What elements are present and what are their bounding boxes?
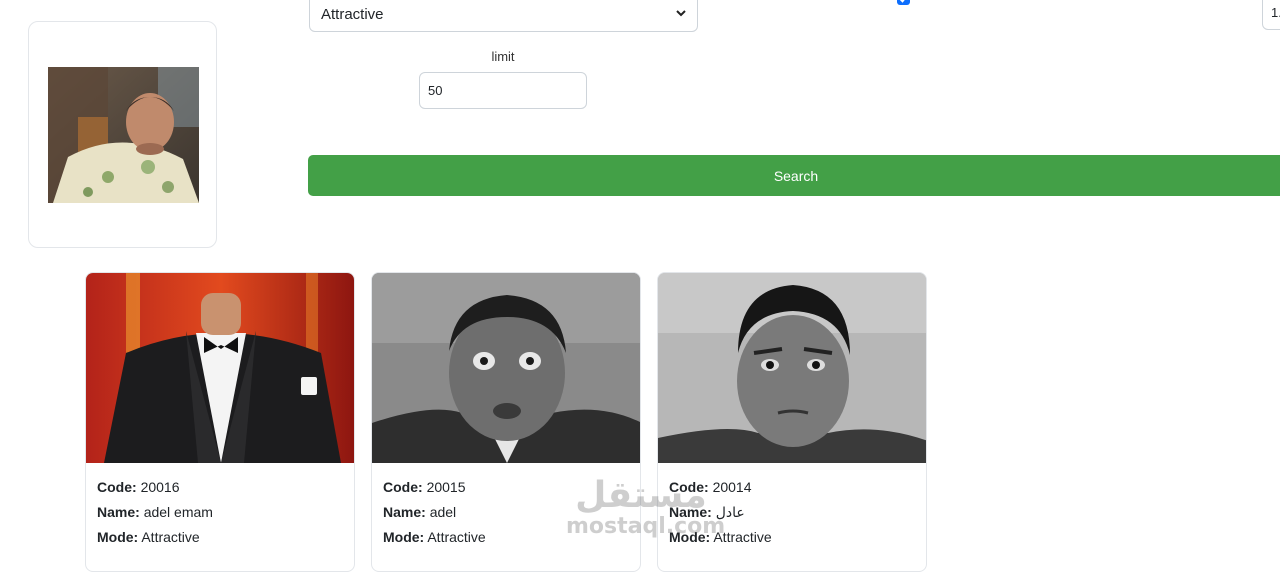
threshold-field[interactable]: 1. xyxy=(1262,0,1280,30)
limit-input[interactable] xyxy=(419,72,587,109)
result-card[interactable]: Code: 20014 Name: عادل Mode: Attractive xyxy=(657,272,927,572)
result-code: Code: 20015 xyxy=(383,479,466,495)
result-code: Code: 20016 xyxy=(97,479,180,495)
mode-select[interactable]: Attractive xyxy=(309,0,698,32)
result-info: Code: 20015 Name: adel Mode: Attractive xyxy=(372,463,640,550)
result-name: Name: عادل xyxy=(669,504,745,520)
limit-label: limit xyxy=(491,49,515,64)
result-photo xyxy=(86,273,354,463)
query-image-card xyxy=(28,21,217,248)
check-icon xyxy=(899,0,905,3)
result-card[interactable]: Code: 20015 Name: adel Mode: Attractive xyxy=(371,272,641,572)
option-checkbox[interactable] xyxy=(897,0,910,5)
result-name: Name: adel xyxy=(383,504,457,520)
query-image xyxy=(48,67,199,203)
threshold-value: 1. xyxy=(1271,5,1280,20)
result-mode: Mode: Attractive xyxy=(383,529,486,545)
result-info: Code: 20016 Name: adel emam Mode: Attrac… xyxy=(86,463,354,550)
chevron-down-icon xyxy=(676,10,686,17)
result-card[interactable]: Code: 20016 Name: adel emam Mode: Attrac… xyxy=(85,272,355,572)
result-photo xyxy=(372,273,640,463)
result-mode: Mode: Attractive xyxy=(669,529,772,545)
result-mode: Mode: Attractive xyxy=(97,529,200,545)
mode-select-value: Attractive xyxy=(321,5,384,23)
result-code: Code: 20014 xyxy=(669,479,752,495)
result-info: Code: 20014 Name: عادل Mode: Attractive xyxy=(658,463,926,550)
search-button[interactable]: Search xyxy=(308,155,1280,196)
result-photo xyxy=(658,273,926,463)
result-name: Name: adel emam xyxy=(97,504,213,520)
